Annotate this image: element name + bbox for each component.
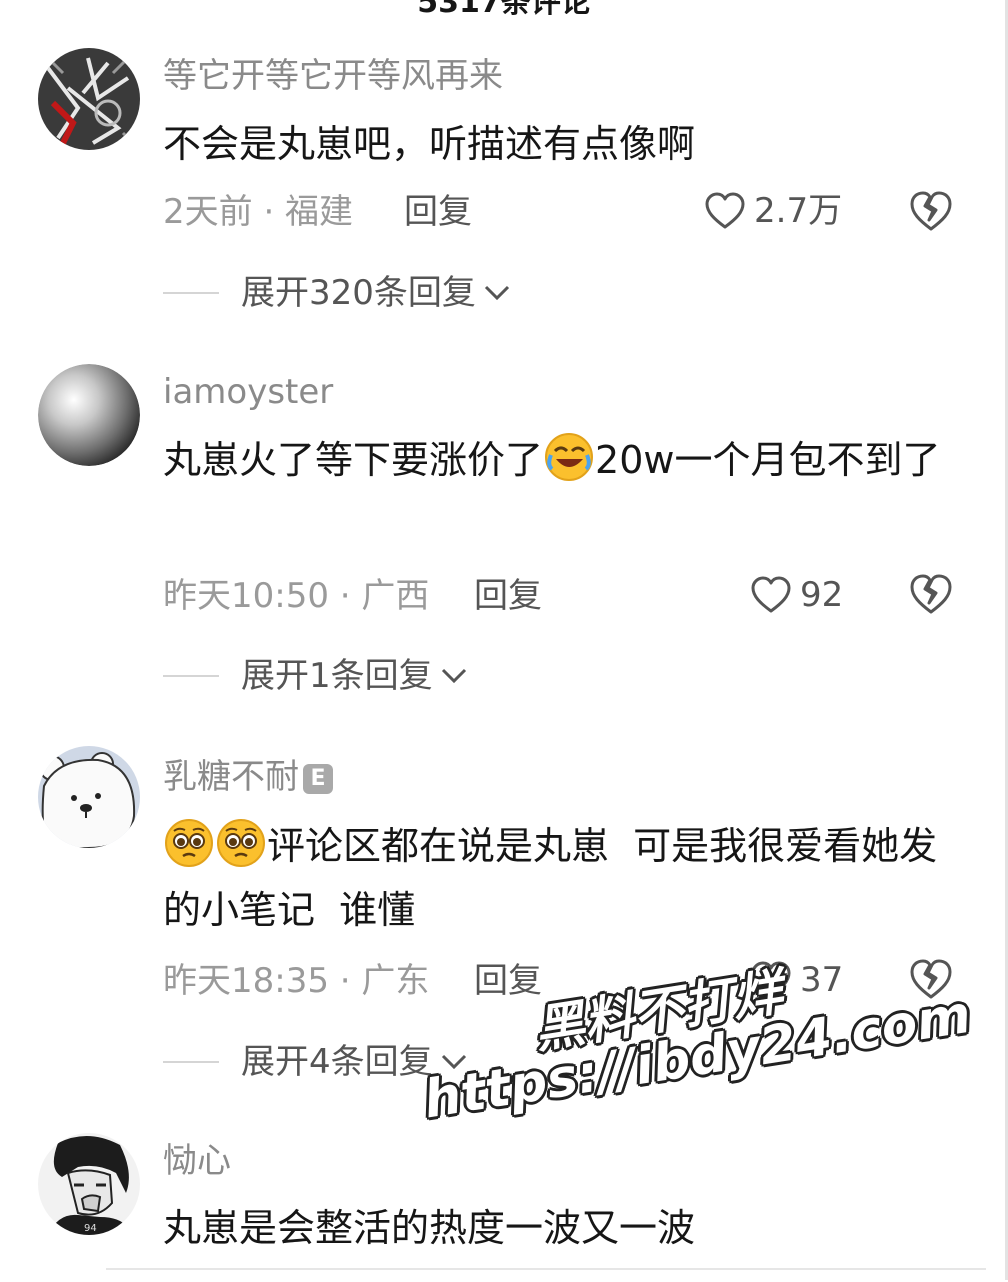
comment-meta: 昨天10:50 · 广西: [163, 576, 430, 616]
comment-text: 丸崽是会整活的热度一波又一波: [163, 1206, 696, 1250]
username[interactable]: 恸心: [163, 1141, 231, 1181]
avatar[interactable]: [38, 746, 140, 848]
like-button[interactable]: 2.7万: [704, 191, 842, 231]
like-count: 92: [800, 575, 844, 615]
expand-replies-button[interactable]: 展开320条回复: [163, 273, 512, 313]
divider: [163, 1061, 219, 1063]
username[interactable]: 乳糖不耐 E: [163, 757, 333, 797]
comment-meta: 昨天18:35 · 广东: [163, 961, 430, 1001]
chevron-down-icon: [484, 285, 509, 301]
comment-text: 评论区都在说是丸崽 可是我很爱看她发的小笔记 谁懂: [163, 814, 953, 942]
like-button[interactable]: 37: [750, 960, 843, 1000]
comment-text-part: 评论区都在说是丸崽 可是我很爱看她发的小笔记 谁懂: [163, 824, 938, 932]
level-badge: E: [303, 764, 333, 794]
comment-meta: 2天前 · 福建: [163, 192, 354, 232]
chevron-down-icon: [441, 668, 466, 684]
username[interactable]: 等它开等它开等风再来: [163, 56, 503, 96]
avatar[interactable]: 94: [38, 1133, 140, 1235]
like-button[interactable]: 92: [750, 575, 843, 615]
avatar[interactable]: [38, 364, 140, 466]
dislike-button[interactable]: [908, 957, 954, 1001]
chevron-down-icon: [441, 1054, 466, 1070]
comment-text-part: 20w一个月包不到了: [595, 438, 941, 482]
reply-button[interactable]: 回复: [474, 576, 542, 616]
expand-replies-button[interactable]: 展开4条回复: [163, 1042, 469, 1082]
username[interactable]: iamoyster: [163, 372, 333, 412]
avatar[interactable]: [38, 48, 140, 150]
svg-text:94: 94: [84, 1223, 97, 1234]
username-text: 乳糖不耐: [163, 757, 299, 797]
broken-heart-icon: [910, 574, 952, 614]
divider: [163, 292, 219, 294]
divider: [163, 675, 219, 677]
reply-button[interactable]: 回复: [474, 961, 542, 1001]
watermark-line-2: https://ibdy24.com: [419, 984, 975, 1131]
rolling-laughing-emoji-icon: [543, 431, 595, 483]
reply-button[interactable]: 回复: [404, 192, 472, 232]
heart-outline-icon: [751, 961, 791, 998]
dislike-button[interactable]: [908, 572, 954, 616]
dislike-button[interactable]: [908, 189, 954, 233]
watermark-line-1: 黑料不打烊: [530, 962, 787, 1060]
pleading-face-emoji-icon: [215, 817, 267, 869]
heart-outline-icon: [751, 576, 791, 613]
expand-replies-label: 展开4条回复: [241, 1042, 433, 1082]
comment-text: 不会是丸崽吧，听描述有点像啊: [163, 122, 696, 166]
like-count: 2.7万: [754, 191, 843, 231]
comment-count-title: 5317条评论: [417, 0, 591, 20]
broken-heart-icon: [910, 959, 952, 999]
heart-outline-icon: [705, 192, 745, 229]
pleading-face-emoji-icon: [163, 817, 215, 869]
broken-heart-icon: [910, 191, 952, 231]
like-count: 37: [800, 960, 844, 1000]
comment-text: 丸崽火了等下要涨价了 20w一个月包不到了: [163, 428, 953, 492]
comment-text-part: 丸崽火了等下要涨价了: [163, 438, 544, 482]
expand-replies-button[interactable]: 展开1条回复: [163, 656, 469, 696]
expand-replies-label: 展开1条回复: [241, 656, 433, 696]
expand-replies-label: 展开320条回复: [241, 273, 476, 313]
